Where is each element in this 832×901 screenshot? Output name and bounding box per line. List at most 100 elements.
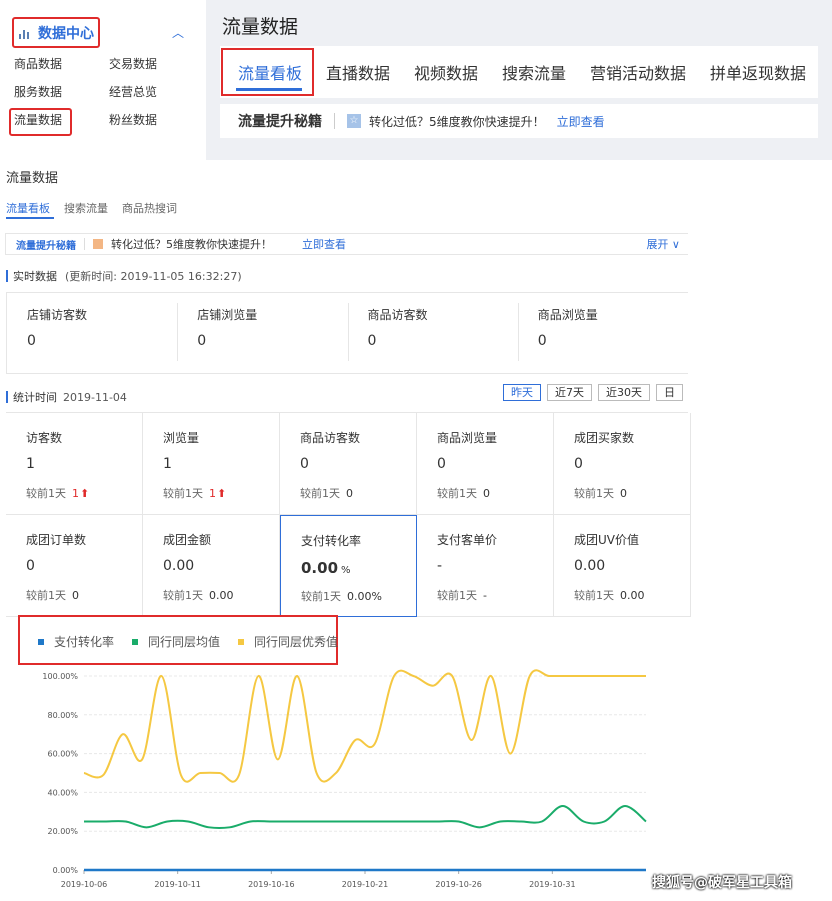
sidebar-item-service-data[interactable]: 服务数据 [14, 84, 109, 100]
stat-card[interactable]: 成团订单数 0 较前1天 0 [6, 515, 143, 617]
main-tip-bar: 流量提升秘籍 转化过低？5维度教你快速提升！ 立即查看 展开 ∨ [5, 233, 688, 255]
stat-label: 成团UV价值 [574, 533, 639, 547]
legend-item[interactable]: 同行同层优秀值 [238, 633, 338, 650]
tip-title: 流量提升秘籍 [238, 114, 322, 130]
x-tick-label: 2019-10-06 [61, 880, 108, 889]
stat-compare: 较前1天 0 [574, 487, 627, 500]
stat-value: 0 [300, 456, 309, 472]
page-title: 流量数据 [222, 16, 299, 38]
stats-title: 统计时间 [13, 391, 57, 404]
main-title: 流量数据 [6, 171, 59, 186]
realtime-title: 实时数据 [13, 270, 57, 283]
stat-compare-value: - [483, 589, 487, 602]
tab-traffic-board[interactable]: 流量看板 [6, 200, 50, 216]
stat-compare: 较前1天 1⬆ [26, 487, 90, 500]
stat-label: 浏览量 [163, 431, 200, 445]
tab-video-data[interactable]: 视频数据 [414, 60, 478, 84]
stat-value: 0.00% [301, 559, 351, 577]
tip-text: 转化过低？5维度教你快速提升！ [111, 238, 272, 251]
tab-search-traffic[interactable]: 搜索流量 [64, 200, 108, 216]
stat-label: 商品浏览量 [437, 431, 498, 445]
sidebar-item-goods-data[interactable]: 商品数据 [14, 56, 109, 72]
tip-text: 转化过低？5维度教你快速提升！ [369, 114, 545, 129]
y-tick-label: 60.00% [47, 750, 78, 759]
header-tip-bar: 流量提升秘籍 ☆ 转化过低？5维度教你快速提升！ 立即查看 [220, 104, 818, 138]
x-tick-label: 2019-10-31 [529, 880, 576, 889]
sidebar-item-overview[interactable]: 经营总览 [109, 84, 194, 100]
legend-item[interactable]: 支付转化率 [38, 633, 114, 650]
stat-value: 0 [574, 456, 583, 472]
stat-card[interactable]: 商品浏览量 0 较前1天 0 [417, 413, 554, 515]
expand-button[interactable]: 展开 ∨ [646, 236, 680, 252]
stat-value: 1 [163, 456, 172, 472]
stat-value: 1 [26, 456, 35, 472]
stat-card[interactable]: 成团UV价值 0.00 较前1天 0.00 [554, 515, 691, 617]
stat-compare-value: 0.00 [209, 589, 234, 602]
stat-label: 支付客单价 [437, 533, 498, 547]
tab-search-traffic[interactable]: 搜索流量 [502, 60, 566, 84]
top-header: 流量数据 流量看板 直播数据 视频数据 搜索流量 营销活动数据 拼单返现数据 流… [206, 0, 832, 160]
range-day-button[interactable]: 日 [656, 384, 683, 401]
range-30days-button[interactable]: 近30天 [598, 384, 650, 401]
metric-label: 商品浏览量 [537, 308, 598, 322]
metric-card: 店铺浏览量 0 [177, 293, 347, 373]
tab-live-data[interactable]: 直播数据 [326, 60, 390, 84]
stat-compare: 较前1天 0 [437, 487, 490, 500]
stat-card[interactable]: 成团买家数 0 较前1天 0 [554, 413, 691, 515]
sidebar-item-trade-data[interactable]: 交易数据 [109, 56, 194, 72]
stat-label: 成团买家数 [574, 431, 635, 445]
x-tick-label: 2019-10-16 [248, 880, 295, 889]
metric-card: 商品访客数 0 [347, 293, 518, 373]
tab-hot-keywords[interactable]: 商品热搜词 [122, 200, 177, 216]
stat-compare-value: 0 [346, 487, 353, 500]
stat-compare-value: 1 [72, 487, 79, 500]
metric-value: 0 [367, 333, 377, 349]
y-tick-label: 80.00% [47, 711, 78, 720]
y-tick-label: 20.00% [47, 827, 78, 836]
stat-compare: 较前1天 0 [26, 589, 79, 602]
legend-item[interactable]: 同行同层均值 [132, 633, 220, 650]
x-tick-label: 2019-10-26 [435, 880, 482, 889]
stat-card[interactable]: 成团金额 0.00 较前1天 0.00 [143, 515, 280, 617]
divider [84, 238, 85, 250]
stats-date: 2019-11-04 [63, 390, 127, 404]
stat-compare: 较前1天 0.00 [163, 589, 234, 602]
tip-view-link[interactable]: 立即查看 [302, 236, 346, 252]
range-yesterday-button[interactable]: 昨天 [503, 384, 541, 401]
traffic-data-highlight [9, 108, 72, 136]
legend-swatch [132, 638, 139, 645]
chevron-up-icon[interactable]: ︿ [172, 24, 184, 41]
stat-label: 成团金额 [163, 533, 212, 547]
stat-compare-value: 0 [72, 589, 79, 602]
stat-compare-value: 0 [483, 487, 490, 500]
legend-swatch [238, 638, 245, 645]
stat-card[interactable]: 支付转化率 0.00% 较前1天 0.00% [280, 515, 417, 617]
realtime-header: 实时数据 (更新时间: 2019-11-05 16:32:27) [6, 268, 242, 284]
watermark: 搜狐号@破军星工具箱 [652, 875, 792, 891]
stat-card[interactable]: 浏览量 1 较前1天 1⬆ [143, 413, 280, 515]
stat-card[interactable]: 支付客单价 - 较前1天 - [417, 515, 554, 617]
series-line-3 [83, 669, 646, 783]
section-marker [6, 270, 8, 282]
star-icon: ☆ [347, 114, 361, 128]
tip-view-link[interactable]: 立即查看 [557, 113, 605, 130]
sidebar-item-fans-data[interactable]: 粉丝数据 [109, 112, 194, 128]
stat-card[interactable]: 商品访客数 0 较前1天 0 [280, 413, 417, 515]
stat-compare-value: 0.00% [347, 590, 382, 603]
tab-cashback-data[interactable]: 拼单返现数据 [710, 60, 806, 84]
stat-compare: 较前1天 0.00% [301, 590, 382, 603]
metric-value: 0 [537, 333, 547, 349]
divider [334, 113, 335, 129]
tab-marketing-data[interactable]: 营销活动数据 [590, 60, 686, 84]
stat-unit: % [341, 565, 351, 576]
realtime-updated: (更新时间: 2019-11-05 16:32:27) [65, 270, 242, 283]
stat-label: 支付转化率 [301, 534, 362, 548]
data-center-header[interactable]: 数据中心 [12, 17, 100, 48]
range-7days-button[interactable]: 近7天 [547, 384, 592, 401]
sidebar: 数据中心 ︿ 商品数据 交易数据 服务数据 经营总览 流量数据 粉丝数据 [0, 0, 206, 160]
stat-card[interactable]: 访客数 1 较前1天 1⬆ [6, 413, 143, 515]
main-tabs: 流量看板 搜索流量 商品热搜词 [6, 200, 177, 216]
stat-label: 访客数 [26, 431, 63, 445]
section-marker [6, 391, 8, 403]
bar-chart-icon [18, 27, 32, 39]
